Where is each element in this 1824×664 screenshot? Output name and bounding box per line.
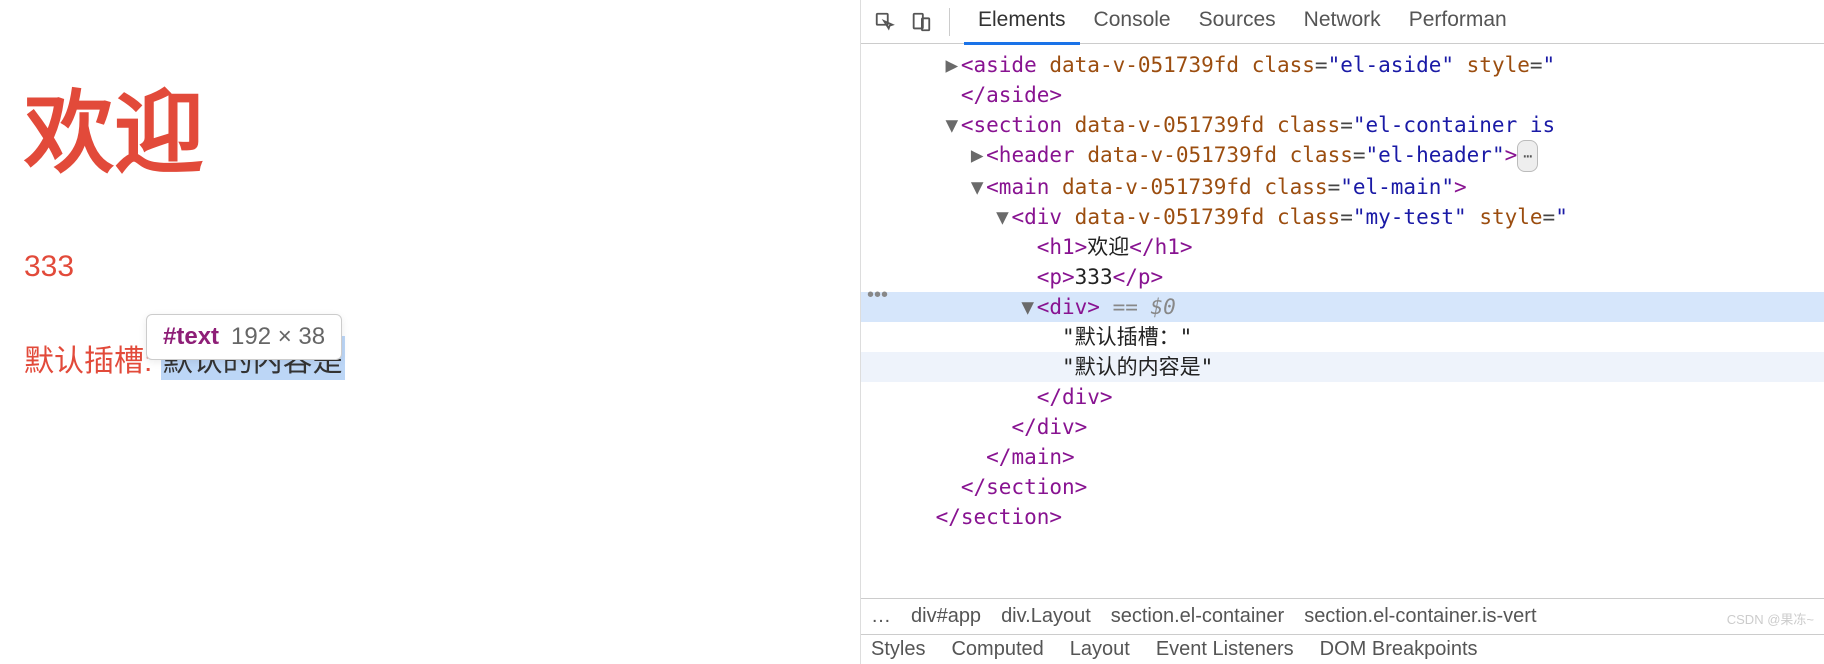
page-number: 333: [24, 250, 836, 284]
dom-row[interactable]: </div>: [861, 412, 1824, 442]
toolbar-separator: [949, 8, 950, 36]
subtab-item[interactable]: DOM Breakpoints: [1320, 638, 1478, 661]
breadcrumb-item[interactable]: div#app: [911, 605, 981, 628]
devtools-panel: ElementsConsoleSourcesNetworkPerforman ▶…: [860, 0, 1824, 664]
dom-row[interactable]: ▼<div data-v-051739fd class="my-test" st…: [861, 202, 1824, 232]
dom-row[interactable]: <p>333</p>: [861, 262, 1824, 292]
tab-sources[interactable]: Sources: [1185, 0, 1290, 45]
dom-row[interactable]: ▼<div> == $0: [861, 292, 1824, 322]
dom-row[interactable]: </section>: [861, 472, 1824, 502]
dom-row[interactable]: ▶<header data-v-051739fd class="el-heade…: [861, 140, 1824, 172]
breadcrumb-item[interactable]: div.Layout: [1001, 605, 1091, 628]
subtab-item[interactable]: Styles: [871, 638, 925, 661]
tab-network[interactable]: Network: [1290, 0, 1395, 45]
dom-row[interactable]: </section>: [861, 502, 1824, 532]
dom-row[interactable]: "默认的内容是": [861, 352, 1824, 382]
subtab-item[interactable]: Event Listeners: [1156, 638, 1294, 661]
dom-row[interactable]: </main>: [861, 442, 1824, 472]
dom-row[interactable]: ▼<section data-v-051739fd class="el-cont…: [861, 110, 1824, 140]
tab-console[interactable]: Console: [1080, 0, 1185, 45]
dom-row[interactable]: ▼<main data-v-051739fd class="el-main">: [861, 172, 1824, 202]
dom-row[interactable]: ▶<aside data-v-051739fd class="el-aside"…: [861, 50, 1824, 80]
breadcrumb-item[interactable]: section.el-container.is-vert: [1304, 605, 1536, 628]
tooltip-dimensions: 192 × 38: [231, 323, 325, 351]
dom-row[interactable]: </aside>: [861, 80, 1824, 110]
dom-row[interactable]: </div>: [861, 382, 1824, 412]
breadcrumb-item[interactable]: …: [871, 605, 891, 628]
devtools-tabs: ElementsConsoleSourcesNetworkPerforman: [964, 0, 1521, 45]
tab-elements[interactable]: Elements: [964, 0, 1080, 45]
inspect-tooltip: #text 192 × 38: [146, 314, 342, 360]
breadcrumb-item[interactable]: section.el-container: [1111, 605, 1284, 628]
subtab-item[interactable]: Layout: [1070, 638, 1130, 661]
subtab-item[interactable]: Computed: [951, 638, 1043, 661]
devtools-toolbar: ElementsConsoleSourcesNetworkPerforman: [861, 0, 1824, 44]
dom-tree[interactable]: ▶<aside data-v-051739fd class="el-aside"…: [861, 44, 1824, 598]
watermark: CSDN @果冻~: [1727, 609, 1814, 628]
inspect-element-icon[interactable]: [871, 8, 899, 36]
tab-performan[interactable]: Performan: [1395, 0, 1521, 45]
styles-subtabs[interactable]: Styles Computed Layout Event Listeners DOM B…: [861, 634, 1824, 664]
dom-row[interactable]: <h1>欢迎</h1>: [861, 232, 1824, 262]
row-actions-icon[interactable]: •••: [867, 284, 888, 307]
slot-label: 默认插槽:: [24, 336, 152, 380]
breadcrumb-bar[interactable]: … div#app div.Layout section.el-container se…: [861, 598, 1824, 634]
tooltip-node-name: #text: [163, 323, 219, 351]
dom-row[interactable]: "默认插槽：": [861, 322, 1824, 352]
page-heading: 欢迎: [24, 60, 836, 190]
device-toggle-icon[interactable]: [907, 8, 935, 36]
page-content: 欢迎 333 默认插槽: 默认的内容是 #text 192 × 38: [0, 0, 860, 664]
